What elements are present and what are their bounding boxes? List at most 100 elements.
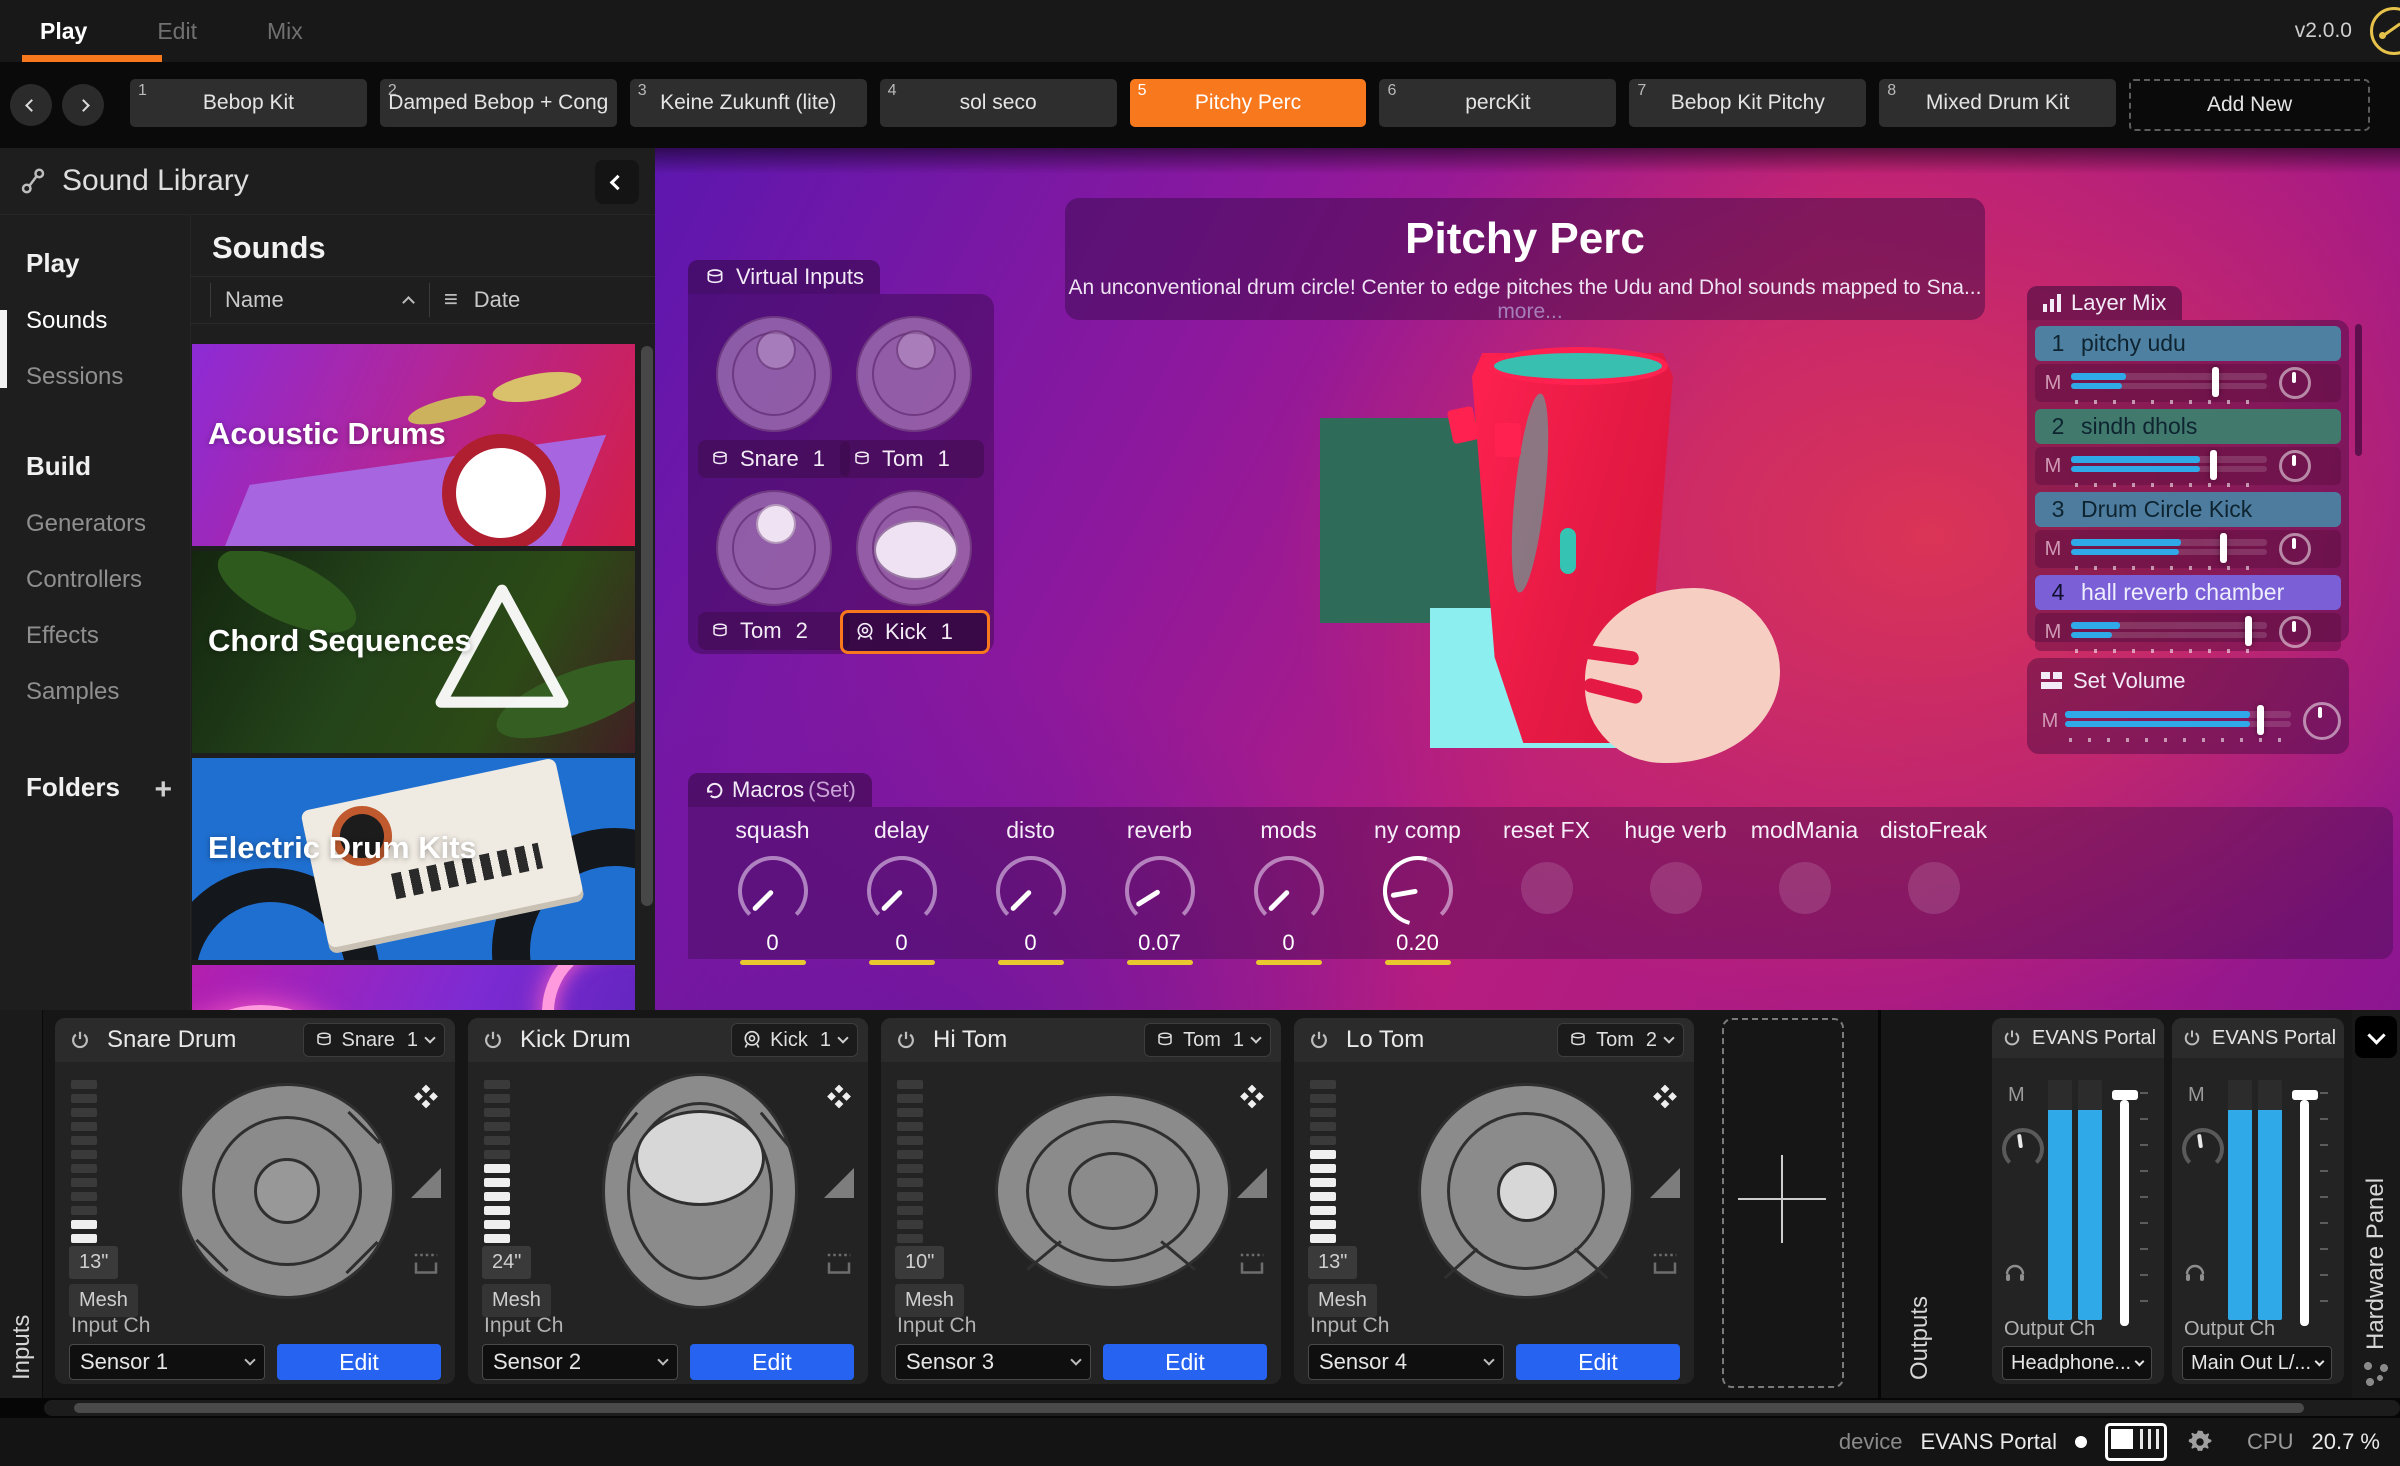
- add-folder-button[interactable]: +: [154, 773, 172, 807]
- mute-button[interactable]: M: [2008, 1084, 2025, 1107]
- mute-button[interactable]: M: [2035, 621, 2071, 644]
- macro-trigger-modmania[interactable]: [1779, 862, 1831, 914]
- layer-1-header[interactable]: 1pitchy udu: [2035, 326, 2341, 361]
- sidebar-item-samples[interactable]: Samples: [26, 678, 190, 706]
- sort-by-name[interactable]: Name: [225, 287, 284, 313]
- layer-1-level-slider[interactable]: [2071, 370, 2267, 396]
- drum-frame-icon[interactable]: [1650, 1252, 1680, 1278]
- mute-button[interactable]: M: [2035, 455, 2071, 478]
- device-icon[interactable]: [2105, 1423, 2167, 1461]
- virtual-pad-snare-1[interactable]: [716, 316, 832, 432]
- output-ch-select-main-out[interactable]: Main Out L/...: [2182, 1346, 2332, 1380]
- preset-prev-button[interactable]: [10, 84, 52, 126]
- layer-3-pan-knob[interactable]: [2279, 533, 2311, 565]
- lo-tom-sensor-select[interactable]: Sensor 4: [1308, 1344, 1504, 1380]
- layer-4-header[interactable]: 4hall reverb chamber: [2035, 575, 2341, 610]
- drum-frame-icon[interactable]: [1237, 1252, 1267, 1278]
- layer-2-level-slider[interactable]: [2071, 453, 2267, 479]
- library-card-electro-melodic[interactable]: Electro Melodic: [192, 965, 635, 1010]
- output-ch-select-headphones[interactable]: Headphone...: [2002, 1346, 2152, 1380]
- sidebar-item-sounds[interactable]: Sounds: [26, 307, 190, 335]
- kick-edit-button[interactable]: Edit: [690, 1344, 854, 1380]
- collapse-sidebar-button[interactable]: [595, 160, 639, 204]
- layer-3-header[interactable]: 3Drum Circle Kick: [2035, 492, 2341, 527]
- macro-trigger-reset-fx[interactable]: [1521, 862, 1573, 914]
- mute-button[interactable]: M: [2188, 1084, 2205, 1107]
- sort-ascending-icon[interactable]: [402, 296, 415, 309]
- layer-2-header[interactable]: 2sindh dhols: [2035, 409, 2341, 444]
- mute-button[interactable]: M: [2035, 372, 2071, 395]
- mute-button[interactable]: M: [2035, 538, 2071, 561]
- preset-slot-5-active[interactable]: 5Pitchy Perc: [1130, 79, 1367, 127]
- power-icon[interactable]: [2002, 1028, 2022, 1048]
- macro-trigger-huge-verb[interactable]: [1650, 862, 1702, 914]
- settings-gear-icon[interactable]: [2185, 1427, 2215, 1457]
- virtual-input-label-kick-1-selected[interactable]: Kick1: [840, 610, 990, 654]
- horizontal-scrollbar[interactable]: [44, 1400, 2400, 1416]
- add-new-preset-button[interactable]: Add New: [2129, 79, 2370, 131]
- lo-tom-assignment-dropdown[interactable]: Tom2: [1557, 1023, 1684, 1057]
- layers-icon[interactable]: [824, 1084, 854, 1114]
- layer-2-pan-knob[interactable]: [2279, 450, 2311, 482]
- lo-tom-edit-button[interactable]: Edit: [1516, 1344, 1680, 1380]
- preset-slot-6[interactable]: 6percKit: [1379, 79, 1616, 127]
- power-icon[interactable]: [482, 1029, 504, 1051]
- sidebar-item-controllers[interactable]: Controllers: [26, 566, 190, 594]
- mute-button[interactable]: M: [2035, 710, 2065, 733]
- lo-tom-pad-graphic[interactable]: [1404, 1074, 1648, 1308]
- macro-knob-squash[interactable]: [738, 856, 808, 926]
- virtual-input-label-tom-2[interactable]: Tom2: [698, 612, 850, 650]
- kick-sensor-select[interactable]: Sensor 2: [482, 1344, 678, 1380]
- power-icon[interactable]: [895, 1029, 917, 1051]
- set-volume-slider[interactable]: [2065, 708, 2291, 734]
- macro-trigger-distofreak[interactable]: [1908, 862, 1960, 914]
- layer-mix-scrollbar[interactable]: [2355, 324, 2362, 456]
- hi-tom-pad-graphic[interactable]: [991, 1074, 1235, 1308]
- volume-icon[interactable]: [1650, 1168, 1680, 1198]
- layers-icon[interactable]: [1650, 1084, 1680, 1114]
- sidebar-item-generators[interactable]: Generators: [26, 510, 190, 538]
- tab-mix[interactable]: Mix: [267, 0, 303, 62]
- list-view-icon[interactable]: ≡: [444, 286, 458, 314]
- kick-pad-graphic[interactable]: [578, 1074, 822, 1308]
- macro-knob-mods[interactable]: [1254, 856, 1324, 926]
- virtual-input-label-snare-1[interactable]: Snare1: [698, 440, 850, 478]
- output-pan-knob[interactable]: [2002, 1128, 2044, 1170]
- set-volume-knob[interactable]: [2303, 702, 2341, 740]
- snare-sensor-select[interactable]: Sensor 1: [69, 1344, 265, 1380]
- preset-slot-3[interactable]: 3Keine Zukunft (lite): [630, 79, 867, 127]
- kick-assignment-dropdown[interactable]: Kick1: [731, 1023, 858, 1057]
- library-card-acoustic-drums[interactable]: Acoustic Drums: [192, 344, 635, 546]
- power-icon[interactable]: [1308, 1029, 1330, 1051]
- output-pan-knob[interactable]: [2182, 1128, 2224, 1170]
- tab-edit[interactable]: Edit: [157, 0, 197, 62]
- layers-icon[interactable]: [1237, 1084, 1267, 1114]
- preset-slot-7[interactable]: 7Bebop Kit Pitchy: [1629, 79, 1866, 127]
- layer-3-level-slider[interactable]: [2071, 536, 2267, 562]
- layer-4-level-slider[interactable]: [2071, 619, 2267, 645]
- hi-tom-sensor-select[interactable]: Sensor 3: [895, 1344, 1091, 1380]
- volume-icon[interactable]: [824, 1168, 854, 1198]
- preset-slot-2[interactable]: 2Damped Bebop + Cong: [380, 79, 617, 127]
- snare-assignment-dropdown[interactable]: Snare1: [303, 1023, 446, 1057]
- virtual-pad-tom-2[interactable]: [716, 490, 832, 606]
- scrollbar-thumb[interactable]: [74, 1403, 2304, 1413]
- macro-knob-ny-comp[interactable]: [1383, 856, 1453, 926]
- macro-knob-reverb[interactable]: [1125, 856, 1195, 926]
- power-icon[interactable]: [69, 1029, 91, 1051]
- macro-knob-disto[interactable]: [996, 856, 1066, 926]
- volume-icon[interactable]: [1237, 1168, 1267, 1198]
- more-link[interactable]: more...: [1497, 300, 1562, 323]
- preset-slot-1[interactable]: 1Bebop Kit: [130, 79, 367, 127]
- layers-icon[interactable]: [411, 1084, 441, 1114]
- output-fader[interactable]: [2112, 1076, 2148, 1326]
- connection-status-icon[interactable]: [2370, 7, 2400, 55]
- library-card-chord-sequences[interactable]: Chord Sequences: [192, 551, 635, 753]
- drum-frame-icon[interactable]: [411, 1252, 441, 1278]
- preset-next-button[interactable]: [62, 84, 104, 126]
- layer-1-pan-knob[interactable]: [2279, 367, 2311, 399]
- tab-play[interactable]: Play: [40, 0, 87, 62]
- layer-4-pan-knob[interactable]: [2279, 616, 2311, 648]
- virtual-pad-kick-1[interactable]: [856, 490, 972, 606]
- snare-pad-graphic[interactable]: [165, 1074, 409, 1308]
